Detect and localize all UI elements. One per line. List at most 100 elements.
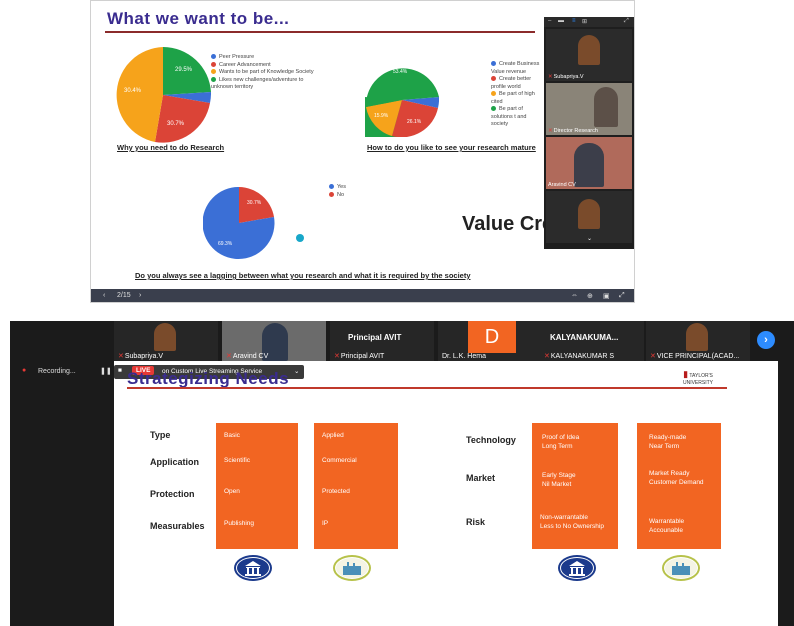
logo-text: TAYLOR'S UNIVERSITY xyxy=(682,373,713,386)
layout-icon[interactable]: ▣ xyxy=(603,292,610,300)
pie-chart-research-reason xyxy=(116,47,211,143)
legend-dot xyxy=(491,91,496,97)
participant-tile[interactable]: ✕Director Research xyxy=(546,83,632,135)
industry-box: Ready-made Near Term Market Ready Custom… xyxy=(637,423,721,549)
box-text: Protected xyxy=(322,488,350,495)
participant-name: ✕Principal AVIT xyxy=(334,352,384,360)
muted-mic-icon: ✕ xyxy=(334,353,340,360)
legend-text: Career Advancement xyxy=(219,61,271,68)
participant-name-text: Aravind CV xyxy=(232,353,269,360)
next-participants-button[interactable]: › xyxy=(757,331,775,349)
legend-item: Wants to be part of Knowledge Society xyxy=(211,69,321,77)
institution-glyph xyxy=(561,558,593,578)
box-text: Market Ready Customer Demand xyxy=(649,470,704,486)
value-creation-text: Value Cre xyxy=(462,213,554,235)
next-slide-icon[interactable]: › xyxy=(139,292,141,299)
zoom-icon[interactable]: ⊕ xyxy=(587,292,593,300)
participant-tile[interactable]: ✕Subapriya.V xyxy=(114,321,218,361)
pointer-cursor-icon xyxy=(296,234,304,242)
minimize-icon[interactable]: – xyxy=(548,18,551,24)
legend-dot xyxy=(491,61,496,67)
participant-tile[interactable]: Aravind CV xyxy=(546,137,632,189)
legend-text: No xyxy=(337,191,345,198)
pie-chart-lagging xyxy=(203,187,275,259)
pie2-legend: Create Business Value revenue Create bet… xyxy=(491,61,545,129)
box-text: Non-warrantable Less to No Ownership xyxy=(540,514,604,530)
grid-view-icon[interactable]: ⊞ xyxy=(582,18,587,25)
pie1-label-red: 30.7% xyxy=(167,121,185,127)
participant-tile[interactable]: ⌄ xyxy=(546,191,632,243)
participant-name: Aravind CV xyxy=(548,182,576,188)
fit-screen-icon[interactable]: ⇔ xyxy=(571,292,578,299)
legend-text: Create Business Value revenue xyxy=(491,61,540,75)
factory-glyph xyxy=(665,558,697,578)
recording-indicator: ● Recording... ❚❚ xyxy=(10,365,114,381)
view-toggle-icon[interactable]: ≡ xyxy=(572,18,576,24)
pie1-caption: Why you need to do Research xyxy=(117,143,225,152)
muted-mic-icon: ✕ xyxy=(544,353,550,360)
page-indicator: 2/15 xyxy=(117,292,131,299)
pie1-label-orange: 30.4% xyxy=(124,88,142,94)
legend-dot xyxy=(211,76,216,82)
muted-mic-icon: ✕ xyxy=(548,128,553,134)
prev-slide-icon[interactable]: ‹ xyxy=(103,292,105,299)
participant-name: ✕Subapriya.V xyxy=(118,352,163,360)
participant-name: ✕Aravind CV xyxy=(226,352,268,360)
participant-name-text: KALYANAKUMAR S xyxy=(550,353,615,360)
box-text: Publishing xyxy=(224,520,254,527)
participant-photo xyxy=(578,35,600,65)
recording-dot-icon: ● xyxy=(22,367,27,374)
participant-name-text: Director Research xyxy=(553,128,598,134)
panel-toolbar: – ▬ ≡ ⊞ ⤢ xyxy=(544,17,634,27)
participant-tile[interactable]: Principal AVIT ✕Principal AVIT xyxy=(330,321,434,361)
legend-dot xyxy=(211,61,216,67)
legend-dot xyxy=(211,69,216,75)
factory-icon xyxy=(333,555,371,581)
participant-name: Dr. L.K. Hema xyxy=(442,353,486,360)
muted-mic-icon: ✕ xyxy=(118,353,124,360)
participant-photo xyxy=(574,143,604,187)
fullscreen-icon[interactable]: ⤢ xyxy=(619,292,625,300)
participant-tile[interactable]: KALYANAKUMA... ✕KALYANAKUMAR S xyxy=(540,321,644,361)
stream-dropdown-icon[interactable]: ⌄ xyxy=(294,367,299,375)
expand-icon[interactable]: ⤢ xyxy=(624,18,629,25)
row-label-application: Application xyxy=(150,457,199,467)
participant-big-name: Principal AVIT xyxy=(348,333,402,342)
row-label-measurables: Measurables xyxy=(150,521,205,531)
pie2-label-orange: 15.9% xyxy=(374,113,389,119)
participant-tile[interactable]: ✕Subapriya.V xyxy=(546,29,632,81)
pause-recording-icon[interactable]: ❚❚ xyxy=(100,367,112,375)
legend-item: Career Advancement xyxy=(211,62,321,70)
legend-text: Be part of high cited xyxy=(491,91,535,105)
recording-label: Recording... xyxy=(38,368,76,375)
restore-icon[interactable]: ▬ xyxy=(558,18,564,24)
pie3-legend: Yes No xyxy=(329,184,346,199)
box-text: IP xyxy=(322,520,329,527)
participant-name: ✕Director Research xyxy=(548,128,598,134)
stream-menu-icon[interactable]: ■ xyxy=(118,367,122,374)
title-underline xyxy=(127,387,727,389)
participant-tile[interactable]: ✕VICE PRINCIPAL(ACAD... xyxy=(646,321,750,361)
pie3-label-blue: 69.3% xyxy=(218,241,233,247)
participant-photo xyxy=(686,323,708,351)
participant-name-text: VICE PRINCIPAL(ACAD... xyxy=(656,353,740,360)
pie2-caption: How to do you like to see your research … xyxy=(367,143,536,152)
participant-tile[interactable]: D Dr. L.K. Hema xyxy=(438,321,542,361)
box-text: Commercial xyxy=(322,457,357,464)
participant-tile[interactable]: ✕Aravind CV xyxy=(222,321,326,361)
legend-text: Likes new challenges/adventure to unknow… xyxy=(211,76,304,91)
basic-research-box: Basic Scientific Open Publishing xyxy=(216,423,298,549)
box-text: Scientific xyxy=(224,457,251,464)
legend-item: Be part of solutions t and society xyxy=(491,106,545,129)
chevron-down-icon[interactable]: ⌄ xyxy=(587,235,592,242)
box-text: Open xyxy=(224,488,240,495)
box-text: Applied xyxy=(322,432,344,439)
participant-name-text: Principal AVIT xyxy=(340,353,385,360)
logo-emblem-icon: ▮ xyxy=(683,369,689,379)
institution-icon xyxy=(234,555,272,581)
slide-title: What we want to be... xyxy=(107,9,290,28)
pie3-caption: Do you always see a lagging between what… xyxy=(135,271,471,280)
legend-item: Peer Pressure xyxy=(211,54,321,62)
participant-name: ✕KALYANAKUMAR S xyxy=(544,352,614,360)
row-label-market: Market xyxy=(466,473,496,483)
